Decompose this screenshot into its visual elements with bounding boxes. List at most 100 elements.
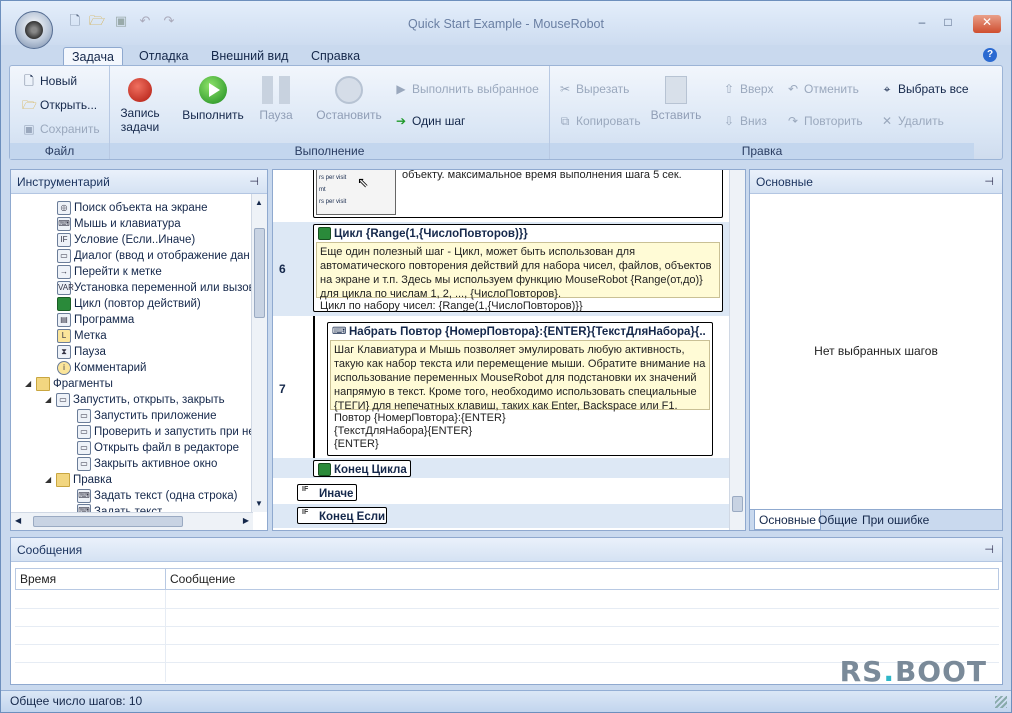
type-text-step[interactable]: ⌨ Набрать Повтор {НомерПовтора}:{ENTER}{Т… [327,322,713,456]
tree-item[interactable]: i Комментарий [57,360,146,376]
tab-basic[interactable]: Основные [754,510,821,530]
tree-item[interactable]: ▭ Диалог (ввод и отображение дан [57,248,250,264]
one-step-button[interactable]: ➔ Один шаг [394,114,465,128]
scroll-down-icon[interactable]: ▼ [255,499,263,508]
execute-button[interactable]: Выполнить [180,76,246,122]
minimize-button[interactable]: – [911,15,933,33]
tree-item[interactable]: IF Условие (Если..Иначе) [57,232,195,248]
paste-button[interactable]: Вставить [648,76,704,122]
column-time[interactable]: Время [16,569,166,589]
clipboard-icon [665,76,687,104]
toolbox-title: Инструментарий [17,175,110,189]
ribbon-tabs: Задача Отладка Внешний вид Справка ? [1,45,1011,67]
editor-vertical-scrollbar[interactable] [729,170,745,530]
tab-task[interactable]: Задача [63,47,123,67]
step-header: IF Конец Если [298,508,386,525]
tree-item-label: Диалог (ввод и отображение дан [74,250,250,262]
resize-grip-icon[interactable] [995,696,1007,708]
tree-item[interactable]: VAR Установка переменной или вызов [57,280,253,296]
scroll-left-icon[interactable]: ◀ [15,516,21,525]
tree-folder[interactable]: ◢ Правка [45,472,112,488]
record-task-button[interactable]: Запись задачи [118,76,162,134]
scroll-up-icon[interactable]: ▲ [255,198,263,207]
tree-item[interactable]: ▭ Проверить и запустить при не [77,424,253,440]
help-icon[interactable]: ? [983,48,997,62]
expand-triangle-icon[interactable]: ◢ [25,376,33,392]
tree-item-label: Проверить и запустить при не [94,426,253,438]
record-label-2: задачи [120,120,160,134]
stop-button[interactable]: Остановить [314,76,384,122]
step-header: Конец Цикла [314,461,410,478]
delete-button[interactable]: ✕ Удалить [880,114,944,128]
tree-item[interactable]: ⌨ Задать текст (одна строка) [77,488,238,504]
tab-debug[interactable]: Отладка [131,47,196,67]
tab-view[interactable]: Внешний вид [203,47,296,67]
pin-icon[interactable]: ⊣ [984,538,994,562]
column-divider [165,590,166,682]
move-down-button[interactable]: ⇩ Вниз [722,114,767,128]
logo-text: RS [839,655,884,688]
scroll-thumb[interactable] [33,516,183,527]
maximize-button[interactable]: □ [937,15,959,33]
find-object-step[interactable]: rs per visit mt rs per visit ⇖ объекту. … [313,170,723,218]
expand-triangle-icon[interactable]: ◢ [45,392,53,408]
save-button[interactable]: ▣ Сохранить [22,122,99,136]
toolbox-vertical-scrollbar[interactable]: ▲ ▼ [251,194,267,512]
else-step[interactable]: IF Иначе [297,484,357,501]
ribbon: 🗋 Новый 🗁 Открыть... ▣ Сохранить Файл Запис… [9,65,1003,160]
run-selected-button[interactable]: ▶ Выполнить выбранное [394,82,538,96]
cycle-step[interactable]: Цикл {Range(1,{ЧислоПовторов)}} Еще один… [313,224,723,312]
column-message[interactable]: Сообщение [166,569,235,589]
tree-item[interactable]: ▭ Запустить приложение [77,408,217,424]
expand-triangle-icon[interactable]: ◢ [45,472,53,488]
tab-general[interactable]: Общие [814,510,861,530]
scroll-right-icon[interactable]: ▶ [243,516,249,525]
tree-item[interactable]: ⌨ Мышь и клавиатура [57,216,181,232]
tree-item[interactable]: ▭ Закрыть активное окно [77,456,217,472]
end-if-step[interactable]: IF Конец Если [297,507,387,524]
close-button[interactable]: ✕ [973,15,1001,33]
mouse-keyboard-icon: ⌨ [77,489,91,503]
open-label: Открыть... [40,98,98,112]
tree-item[interactable]: Цикл (повтор действий) [57,296,201,312]
mouse-keyboard-icon: ⌨ [57,217,71,231]
tree-item[interactable]: ⌨ Задать текст [77,504,162,512]
open-button[interactable]: 🗁 Открыть... [22,98,97,112]
tree-item[interactable]: ◎ Поиск объекта на экране [57,200,208,216]
step-row: Конец Цикла [273,458,729,478]
cycle-icon [57,297,71,311]
tree-item[interactable]: ▭ Открыть файл в редакторе [77,440,239,456]
undo-button[interactable]: ↶ Отменить [786,82,859,96]
mouse-keyboard-icon: ⌨ [77,504,91,512]
undo-label: Отменить [804,82,859,96]
tree-folder[interactable]: ◢ ▭ Запустить, открыть, закрыть [45,392,225,408]
pause-button[interactable]: Пауза [256,76,296,122]
tree-item[interactable]: → Перейти к метке [57,264,162,280]
select-all-button[interactable]: ⌖ Выбрать все [880,82,969,96]
tree-item[interactable]: L Метка [57,328,107,344]
scroll-thumb[interactable] [732,496,743,512]
toolbox-horizontal-scrollbar[interactable]: ◀ ▶ [11,512,253,530]
pin-icon[interactable]: ⊣ [984,170,994,194]
move-up-button[interactable]: ⇧ Вверх [722,82,774,96]
arrow-down-icon: ⇩ [723,114,735,128]
cut-button[interactable]: ✂ Вырезать [558,82,629,96]
step-row: 7 ⌨ Набрать Повтор {НомерПовтора}:{ENTER}… [273,316,729,458]
tree-item[interactable]: ▤ Программа [57,312,134,328]
new-button[interactable]: 🗋 Новый [22,74,77,88]
screen-search-icon: ◎ [57,201,71,215]
copy-button[interactable]: ⧉ Копировать [558,114,641,128]
info-icon: i [57,361,71,375]
tree-folder[interactable]: ◢ Фрагменты [25,376,113,392]
tree-item[interactable]: ⧗ Пауза [57,344,106,360]
step-row: IF Конец Если [273,504,729,528]
end-cycle-step[interactable]: Конец Цикла [313,460,411,477]
tab-help[interactable]: Справка [303,47,368,67]
new-label: Новый [40,74,78,88]
pin-icon[interactable]: ⊣ [249,170,259,194]
tree-item-label: Закрыть активное окно [94,458,218,470]
redo-button[interactable]: ↷ Повторить [786,114,863,128]
tab-on-error[interactable]: При ошибке [858,510,933,530]
scroll-thumb[interactable] [254,228,265,318]
delete-x-icon: ✕ [881,114,893,128]
